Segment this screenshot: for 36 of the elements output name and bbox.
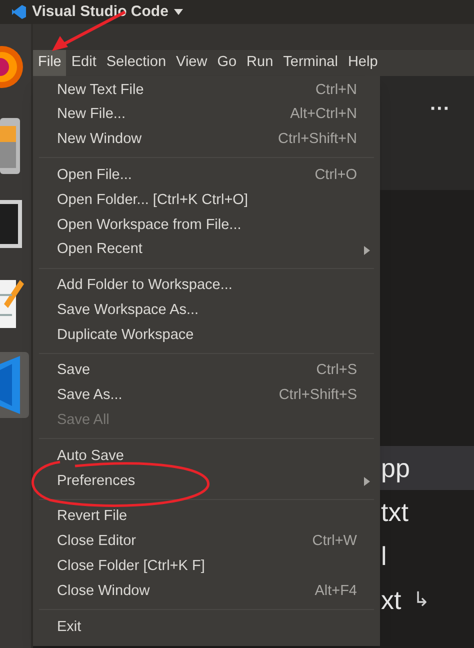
menu-item[interactable]: New Text File Ctrl+N [33, 78, 380, 103]
menu-item[interactable]: Save As... Ctrl+Shift+S [33, 384, 380, 409]
menu-item[interactable]: New Window Ctrl+Shift+N [33, 128, 380, 152]
menu-bar-item[interactable]: Run [242, 50, 278, 76]
menu-bar-item[interactable]: Go [212, 50, 242, 76]
menu-bar-item[interactable]: Terminal [278, 50, 343, 76]
menu-item[interactable]: Open Folder... [Ctrl+K Ctrl+O] [33, 188, 380, 213]
caret-icon[interactable] [174, 9, 184, 15]
menu-item[interactable]: Preferences [33, 469, 380, 494]
menu-bar-item[interactable]: File [33, 50, 66, 76]
menu-item[interactable]: Open Recent [33, 238, 380, 263]
menu-item[interactable]: Duplicate Workspace [33, 323, 380, 348]
menu-item[interactable]: Close Editor Ctrl+W [33, 530, 380, 555]
menu-item[interactable]: New File... Alt+Ctrl+N [33, 102, 380, 128]
return-arrow-icon: ↳ [413, 585, 430, 615]
monitor-icon[interactable] [0, 200, 22, 248]
menu-bar-item[interactable]: View [171, 50, 212, 76]
menu-item[interactable]: Open Workspace from File... [33, 212, 380, 238]
vscode-icon [12, 5, 26, 19]
submenu-arrow-icon [364, 246, 370, 255]
menu-item[interactable]: Add Folder to Workspace... [33, 274, 380, 298]
file-cabinet-icon[interactable] [0, 118, 22, 174]
more-actions-icon[interactable]: ··· [430, 98, 450, 120]
menu-item[interactable]: Save Ctrl+S [33, 358, 380, 384]
menu-bar-item[interactable]: Edit [66, 50, 102, 76]
menu-bar-item[interactable]: Selection [101, 50, 172, 76]
menu-bar-item[interactable]: Help [342, 50, 383, 76]
menu-item[interactable]: Revert File [33, 504, 380, 530]
menu-item[interactable]: Close Window Alt+F4 [33, 579, 380, 604]
menu-item[interactable]: Auto Save [33, 444, 380, 470]
menu-item[interactable]: Close Folder [Ctrl+K F] [33, 554, 380, 580]
menu-item[interactable]: Save Workspace As... [33, 298, 380, 324]
menu-item[interactable]: Open File... Ctrl+O [33, 163, 380, 188]
app-title: Visual Studio Code [32, 2, 168, 22]
menu-item[interactable]: Exit [33, 615, 380, 640]
submenu-arrow-icon [364, 477, 370, 486]
